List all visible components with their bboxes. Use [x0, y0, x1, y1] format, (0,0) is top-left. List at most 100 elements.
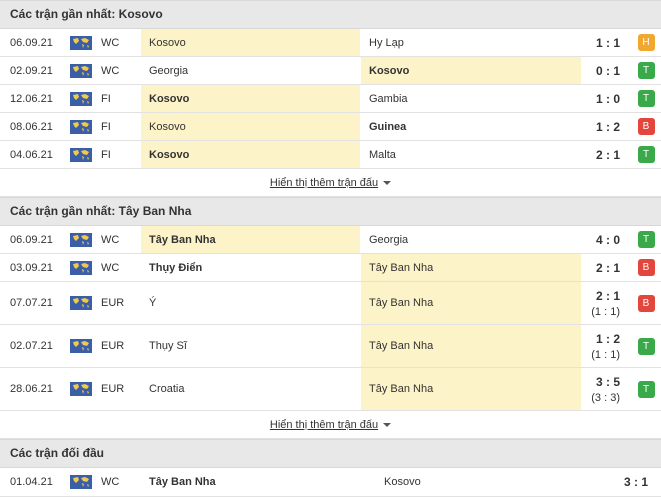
world-map-icon: [70, 85, 92, 112]
section-header-head-to-head: Các trận đối đầu: [0, 439, 661, 468]
away-team: Georgia: [369, 233, 409, 246]
final-score: 3 : 1: [623, 475, 648, 489]
competition: WC: [101, 64, 120, 77]
away-team: Kosovo: [384, 476, 421, 488]
halftime-score: (1 : 1): [591, 305, 620, 318]
score: 0 : 1: [582, 57, 620, 84]
score: 1 : 2: [582, 113, 620, 140]
score: 1 : 0: [582, 85, 620, 112]
away-team: Tây Ban Nha: [361, 325, 581, 367]
match-date: 01.04.21: [10, 476, 53, 488]
final-score: 1 : 1: [595, 35, 620, 50]
home-team: Georgia: [149, 64, 189, 77]
match-row[interactable]: 02.09.21 WC Georgia Kosovo 0 : 1 T: [0, 57, 661, 85]
match-row[interactable]: 07.07.21 EUR Ý Tây Ban Nha 2 : 1 (1 : 1)…: [0, 282, 661, 325]
world-map-icon: [70, 368, 92, 410]
match-row[interactable]: 01.04.21 WC Tây Ban Nha Kosovo 3 : 1: [0, 468, 661, 497]
match-date: 12.06.21: [10, 92, 53, 105]
competition: FI: [101, 120, 111, 133]
final-score: 2 : 1: [595, 288, 620, 303]
competition: WC: [101, 233, 120, 246]
score: 1 : 1: [582, 29, 620, 56]
home-team: Tây Ban Nha: [149, 476, 216, 488]
world-map-icon: [70, 141, 92, 168]
section-header-kosovo: Các trận gần nhất: Kosovo: [0, 0, 661, 29]
match-date: 06.09.21: [10, 36, 53, 49]
match-row[interactable]: 06.09.21 WC Tây Ban Nha Georgia 4 : 0 T: [0, 226, 661, 254]
match-row[interactable]: 02.07.21 EUR Thụy Sĩ Tây Ban Nha 1 : 2 (…: [0, 325, 661, 368]
match-row[interactable]: 28.06.21 EUR Croatia Tây Ban Nha 3 : 5 (…: [0, 368, 661, 411]
score: 3 : 1: [608, 468, 648, 496]
final-score: 2 : 1: [595, 147, 620, 162]
home-team: Thụy Sĩ: [149, 340, 187, 352]
home-team: Croatia: [149, 383, 185, 395]
score: 1 : 2 (1 : 1): [582, 325, 620, 367]
home-team: Tây Ban Nha: [141, 226, 360, 253]
match-row[interactable]: 08.06.21 FI Kosovo Guinea 1 : 2 B: [0, 113, 661, 141]
competition: EUR: [101, 383, 125, 395]
match-date: 03.09.21: [10, 261, 53, 274]
match-date: 04.06.21: [10, 148, 53, 161]
match-date: 07.07.21: [10, 297, 53, 309]
show-more-kosovo[interactable]: Hiển thị thêm trận đấu: [0, 169, 661, 197]
final-score: 2 : 1: [595, 260, 620, 275]
match-row[interactable]: 06.09.21 WC Kosovo Hy Lạp 1 : 1 H: [0, 29, 661, 57]
home-team: Kosovo: [141, 141, 360, 168]
competition: FI: [101, 92, 111, 105]
result-badge: H: [637, 34, 655, 51]
result-badge: B: [637, 259, 655, 276]
result-badge: B: [637, 294, 655, 312]
home-team: Thụy Điển: [149, 261, 203, 274]
score: 2 : 1: [582, 141, 620, 168]
score: 2 : 1 (1 : 1): [582, 282, 620, 324]
away-team: Tây Ban Nha: [361, 254, 581, 281]
final-score: 1 : 2: [595, 119, 620, 134]
show-more-spain[interactable]: Hiển thị thêm trận đấu: [0, 411, 661, 439]
final-score: 1 : 0: [595, 91, 620, 106]
competition: WC: [101, 261, 120, 274]
result-badge: T: [637, 337, 655, 355]
home-team: Kosovo: [141, 113, 360, 140]
competition: WC: [101, 476, 120, 488]
world-map-icon: [70, 29, 92, 56]
score: 4 : 0: [582, 226, 620, 253]
away-team: Gambia: [369, 92, 408, 105]
match-row[interactable]: 04.06.21 FI Kosovo Malta 2 : 1 T: [0, 141, 661, 169]
away-team: Tây Ban Nha: [361, 368, 581, 410]
halftime-score: (1 : 1): [591, 348, 620, 361]
match-date: 08.06.21: [10, 120, 53, 133]
world-map-icon: [70, 57, 92, 84]
score: 3 : 5 (3 : 3): [582, 368, 620, 410]
competition: EUR: [101, 340, 125, 352]
competition: FI: [101, 148, 111, 161]
result-badge: T: [637, 90, 655, 107]
match-row[interactable]: 12.06.21 FI Kosovo Gambia 1 : 0 T: [0, 85, 661, 113]
home-team: Kosovo: [141, 29, 360, 56]
world-map-icon: [70, 468, 92, 496]
halftime-score: (3 : 3): [591, 391, 620, 404]
home-team: Kosovo: [141, 85, 360, 112]
match-date: 02.09.21: [10, 64, 53, 77]
chevron-down-icon: [383, 180, 392, 185]
final-score: 0 : 1: [595, 63, 620, 78]
match-date: 28.06.21: [10, 383, 53, 395]
section-header-spain: Các trận gần nhất: Tây Ban Nha: [0, 197, 661, 226]
world-map-icon: [70, 325, 92, 367]
world-map-icon: [70, 254, 92, 281]
away-team: Malta: [369, 148, 396, 161]
chevron-down-icon: [383, 422, 392, 427]
home-team: Ý: [149, 297, 157, 309]
final-score: 1 : 2: [595, 331, 620, 346]
show-more-link[interactable]: Hiển thị thêm trận đấu: [270, 419, 378, 431]
result-badge: T: [637, 62, 655, 79]
result-badge: T: [637, 146, 655, 163]
score: 2 : 1: [582, 254, 620, 281]
competition: WC: [101, 36, 120, 49]
result-badge: T: [637, 231, 655, 248]
away-team: Tây Ban Nha: [361, 282, 581, 324]
away-team: Guinea: [369, 120, 407, 133]
match-row[interactable]: 03.09.21 WC Thụy Điển Tây Ban Nha 2 : 1 …: [0, 254, 661, 282]
show-more-link[interactable]: Hiển thị thêm trận đấu: [270, 177, 378, 189]
result-badge: B: [637, 118, 655, 135]
match-date: 06.09.21: [10, 233, 53, 246]
